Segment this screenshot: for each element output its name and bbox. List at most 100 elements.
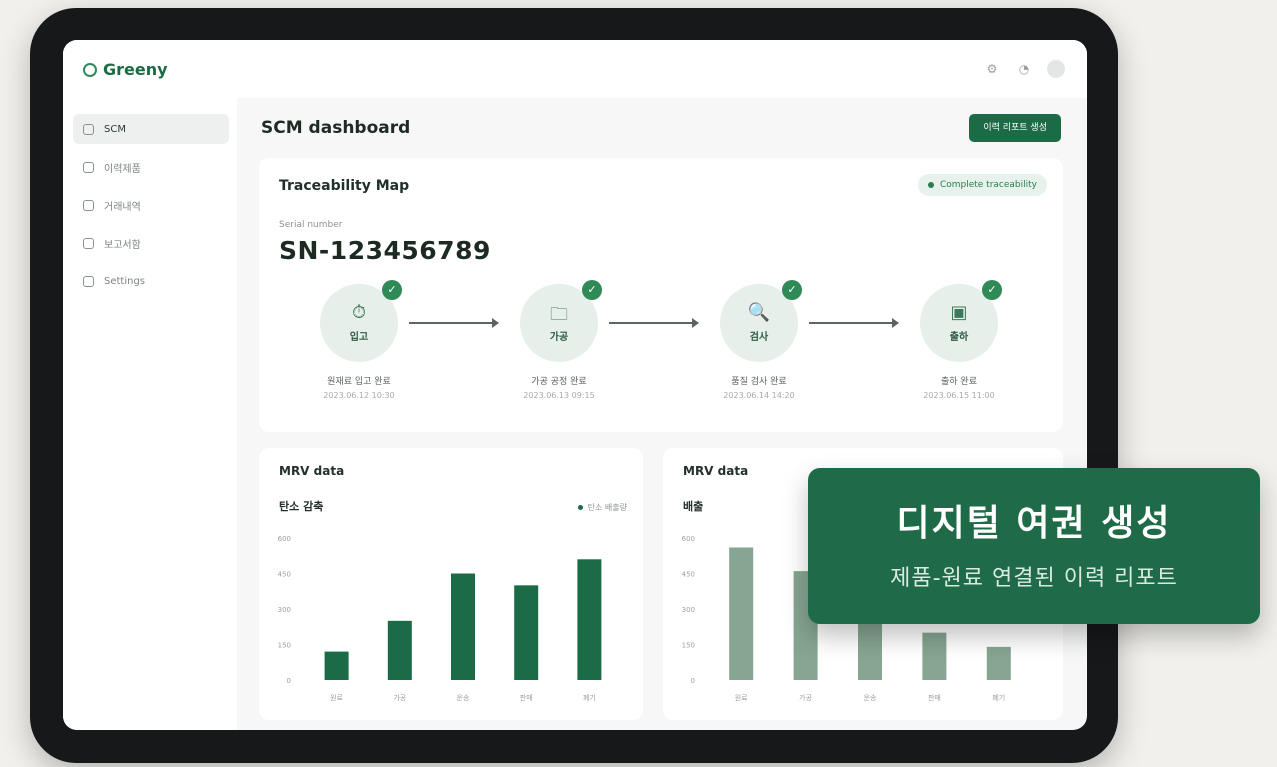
x-tick-label: 폐기: [992, 693, 1005, 702]
status-badge: Complete traceability: [917, 174, 1047, 196]
create-report-button[interactable]: 이력 리포트 생성: [969, 114, 1061, 142]
sidebar: SCM 이력제품 거래내역 보고서함 Settings: [63, 98, 237, 730]
legend-label: 탄소 배출량: [587, 503, 627, 512]
step-circle: 🔍 검사 ✓: [720, 280, 802, 362]
step-desc: 가공 공정 완료: [531, 377, 587, 387]
search-icon: 🔍: [747, 302, 771, 323]
x-tick-label: 가공: [393, 693, 406, 702]
sidebar-item-label: 보고서함: [104, 239, 141, 251]
chart-title: MRV data: [279, 464, 345, 478]
gear-icon: [83, 275, 94, 287]
bar[interactable]: [387, 620, 412, 680]
digital-passport-banner: 디지털 여권 생성 제품-원료 연결된 이력 리포트: [808, 468, 1260, 624]
step-label: 출하: [949, 332, 969, 343]
step-date: 2023.06.13 09:15: [523, 391, 595, 400]
x-tick-label: 운송: [457, 694, 470, 702]
status-dot-icon: [927, 182, 934, 188]
y-tick-label: 450: [278, 571, 291, 579]
x-tick-label: 폐기: [583, 693, 596, 702]
report-icon: [83, 237, 94, 249]
step-circle: ▣ 출하 ✓: [920, 280, 1002, 362]
step-label: 입고: [349, 332, 369, 343]
sidebar-item-label: SCM: [104, 123, 126, 135]
x-tick-label: 운송: [864, 694, 877, 702]
serial-number: SN-123456789: [279, 236, 491, 265]
bar[interactable]: [577, 559, 602, 680]
y-tick-label: 0: [691, 677, 695, 685]
step-desc: 품질 검사 완료: [731, 377, 787, 387]
x-tick-label: 원료: [330, 693, 343, 702]
settings-icon[interactable]: ⚙: [983, 60, 1001, 78]
sidebar-item-products[interactable]: 이력제품: [73, 152, 229, 182]
sidebar-item-reports[interactable]: 보고서함: [73, 228, 229, 258]
bar[interactable]: [514, 585, 539, 680]
step-date: 2023.06.15 11:00: [923, 391, 995, 400]
legend-dot-icon: [577, 505, 583, 510]
top-bar: Greeny ⚙ ◔: [63, 40, 1087, 98]
list-icon: [83, 199, 94, 211]
sidebar-item-label: 거래내역: [104, 201, 141, 213]
step-label: 가공: [549, 332, 569, 343]
x-tick-label: 판매: [520, 693, 533, 702]
page-title: SCM dashboard: [261, 118, 411, 138]
step-receive[interactable]: ⏱ 입고 ✓ 원재료 입고 완료 2023.06.12 10:30: [289, 280, 429, 400]
arrow-icon: [809, 318, 899, 328]
main-content: SCM dashboard 이력 리포트 생성 Traceability Map…: [253, 98, 1071, 730]
dashboard-icon: [83, 123, 94, 135]
sidebar-item-scm[interactable]: SCM: [73, 114, 229, 144]
mrv-chart-card-left: MRV data 탄소 감축 탄소 배출량 0 150 300 450 600 원료 가공 운…: [259, 448, 643, 720]
bar[interactable]: [922, 632, 947, 680]
chart-legend: 탄소 배출량: [577, 502, 627, 513]
bell-icon[interactable]: ◔: [1015, 60, 1033, 78]
y-tick-label: 600: [278, 535, 291, 543]
app-name: Greeny: [103, 60, 168, 79]
y-tick-label: 150: [682, 642, 695, 650]
check-icon: ✓: [582, 280, 602, 300]
avatar[interactable]: [1047, 60, 1065, 78]
y-tick-label: 300: [278, 606, 291, 614]
sidebar-item-label: Settings: [104, 275, 146, 287]
step-process[interactable]: 🗀 가공 ✓ 가공 공정 완료 2023.06.13 09:15: [489, 280, 629, 400]
step-ship[interactable]: ▣ 출하 ✓ 출하 완료 2023.06.15 11:00: [889, 280, 1029, 400]
banner-title: 디지털 여권 생성: [896, 503, 1172, 544]
bar[interactable]: [729, 547, 754, 680]
serial-label: Serial number: [279, 220, 343, 230]
arrow-icon: [409, 318, 499, 328]
step-label: 검사: [749, 332, 769, 343]
check-icon: ✓: [382, 280, 402, 300]
package-icon: ▣: [950, 302, 968, 323]
x-tick-label: 원료: [735, 693, 748, 702]
step-desc: 출하 완료: [941, 377, 977, 387]
bar[interactable]: [324, 651, 349, 680]
y-tick-label: 0: [287, 677, 291, 685]
step-date: 2023.06.12 10:30: [323, 391, 395, 400]
step-circle: ⏱ 입고 ✓: [320, 280, 402, 362]
top-icons: ⚙ ◔: [983, 60, 1065, 78]
x-tick-label: 가공: [799, 693, 812, 702]
bar[interactable]: [986, 646, 1011, 680]
y-tick-label: 300: [682, 606, 695, 614]
box-icon: [83, 161, 94, 173]
sidebar-item-settings[interactable]: Settings: [73, 266, 229, 296]
x-tick-label: 판매: [928, 693, 941, 702]
step-date: 2023.06.14 14:20: [723, 391, 795, 400]
step-desc: 원재료 입고 완료: [327, 377, 391, 387]
chart-subtitle: 배출: [683, 500, 704, 513]
check-icon: ✓: [982, 280, 1002, 300]
app-logo[interactable]: Greeny: [83, 60, 168, 79]
sidebar-item-label: 이력제품: [104, 163, 141, 175]
status-badge-label: Complete traceability: [939, 180, 1037, 190]
y-tick-label: 600: [682, 535, 695, 543]
bar[interactable]: [451, 573, 475, 681]
step-inspect[interactable]: 🔍 검사 ✓ 품질 검사 완료 2023.06.14 14:20: [689, 280, 829, 400]
y-tick-label: 450: [682, 571, 695, 579]
check-icon: ✓: [782, 280, 802, 300]
timer-icon: ⏱: [351, 302, 367, 323]
sidebar-item-transactions[interactable]: 거래내역: [73, 190, 229, 220]
app-screen: Greeny ⚙ ◔ SCM 이력제품 거래내역 보고서함 Settings S…: [63, 40, 1087, 730]
bar-chart-left: 0 150 300 450 600 원료 가공 운송 판매 폐기: [278, 535, 602, 702]
banner-subtitle: 제품-원료 연결된 이력 리포트: [890, 566, 1178, 591]
chart-subtitle: 탄소 감축: [279, 500, 324, 513]
chart-title: MRV data: [683, 464, 749, 478]
traceability-title: Traceability Map: [279, 178, 410, 194]
